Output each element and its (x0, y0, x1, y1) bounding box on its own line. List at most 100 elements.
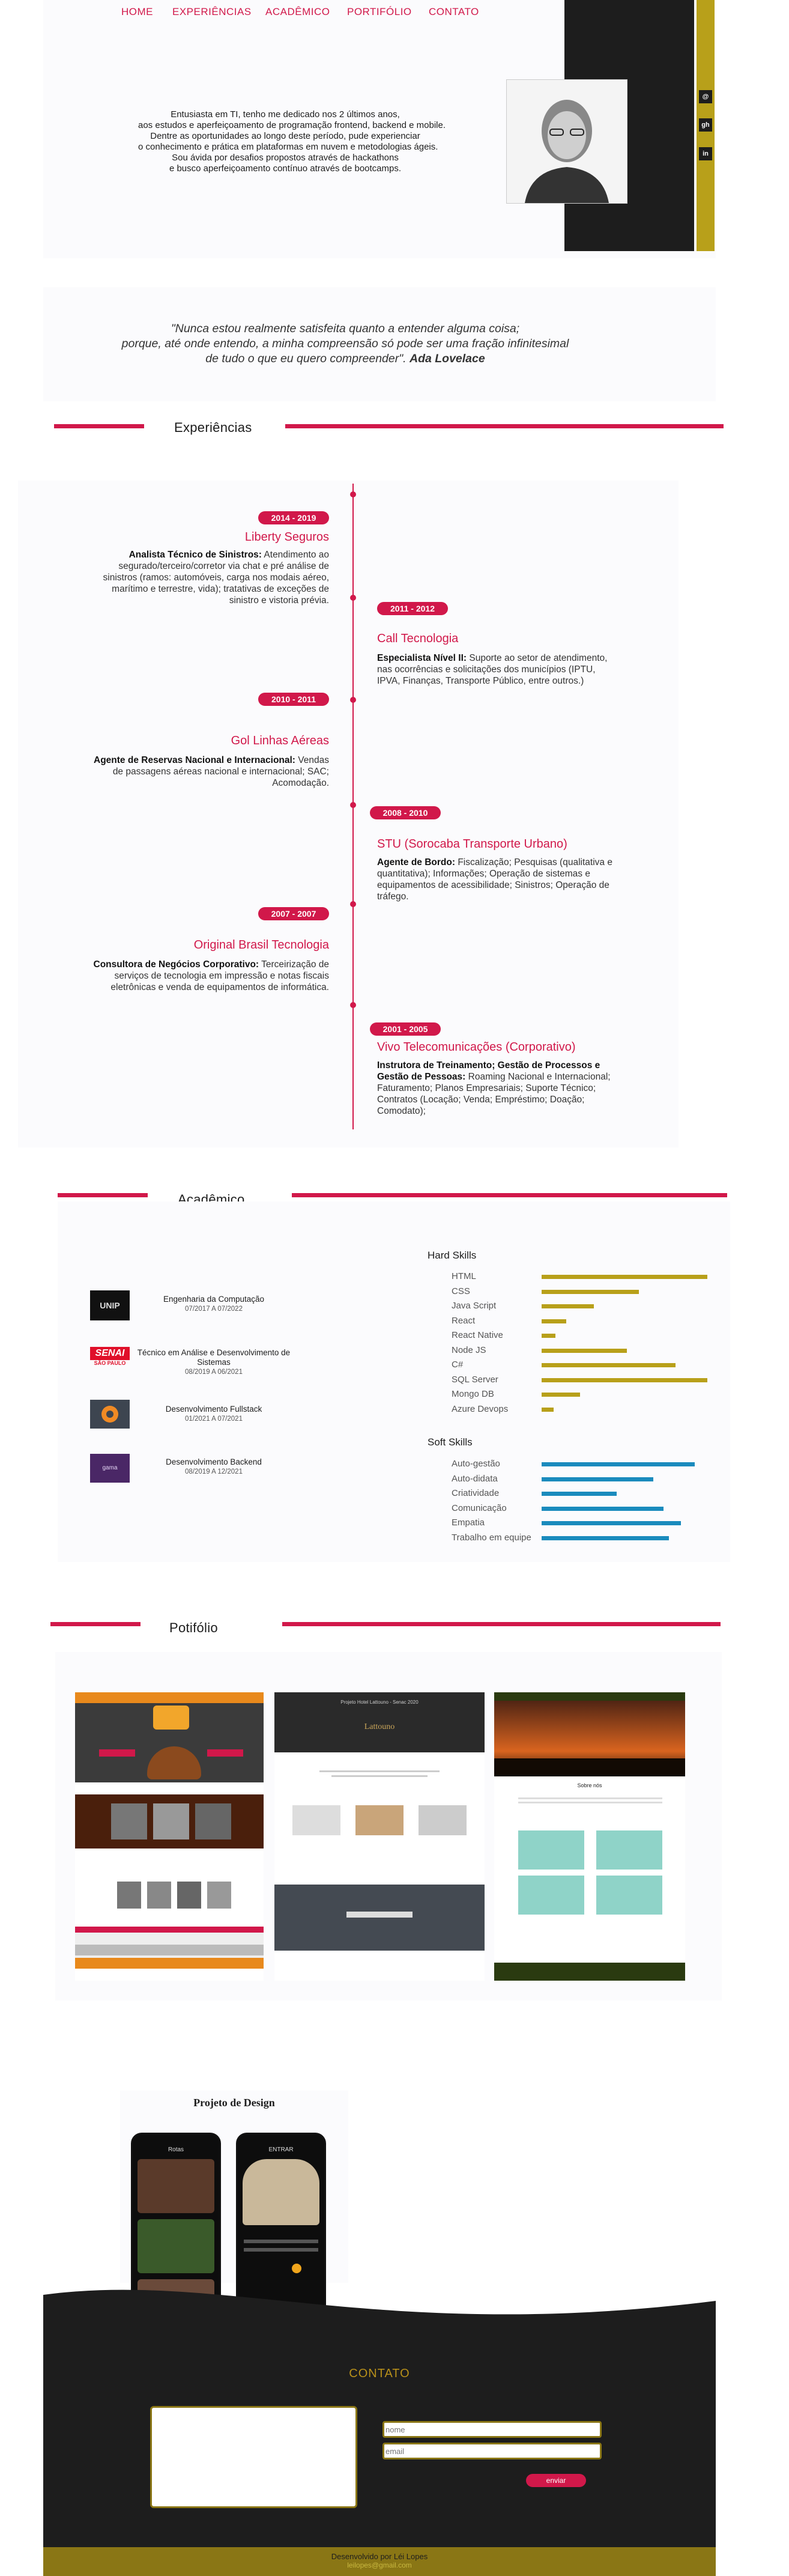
contact-wave (43, 2289, 716, 2337)
burger-band (75, 1794, 264, 1848)
contact-title: CONTATO (349, 2367, 410, 2380)
nav-contato[interactable]: CONTATO (429, 6, 479, 18)
section-divider (50, 1622, 141, 1626)
contact-section (43, 2331, 716, 2547)
intro-line: Entusiasta em TI, tenho me dedicado nos … (171, 109, 400, 120)
course-name: Desenvolvimento Backend (166, 1457, 262, 1466)
company-name: STU (Sorocaba Transporte Urbano) (377, 837, 567, 851)
skill-name: Trabalho em equipe (452, 1532, 531, 1543)
skill-name: HTML (452, 1271, 476, 1281)
experience-role: Analista Técnico de Sinistros: (128, 550, 262, 560)
portfolio-title: Potifólio (169, 1620, 218, 1635)
quote-line: porque, até onde entendo, a minha compre… (121, 337, 569, 350)
course-name: Engenharia da Computação (163, 1295, 265, 1304)
github-icon[interactable]: gh (699, 118, 712, 132)
course-dates: 01/2021 A 07/2021 (185, 1415, 243, 1423)
app-header: ENTRAR (268, 2146, 294, 2153)
skill-name: C# (452, 1359, 464, 1370)
nav-home[interactable]: HOME (121, 6, 153, 18)
quote-author: Ada Lovelace (410, 352, 485, 365)
experience-role: Consultora de Negócios Corporativo: (93, 959, 259, 970)
intro-line: aos estudos e aperfeiçoamento de program… (138, 120, 446, 130)
skill-level-bar (542, 1319, 566, 1323)
experiences-title: Experiências (174, 420, 252, 435)
experience-description: Agente de Reservas Nacional e Internacio… (89, 755, 329, 789)
skill-level-bar (542, 1407, 554, 1412)
name-input[interactable] (382, 2421, 602, 2438)
hotel-brand: Lattouno (364, 1722, 395, 1731)
skill-name: Node JS (452, 1344, 486, 1355)
skill-level-bar (542, 1304, 594, 1308)
skill-level-bar (542, 1289, 639, 1294)
course-item: Desenvolvimento Fullstack 01/2021 A 07/20… (130, 1405, 298, 1424)
period-badge: 2011 - 2012 (377, 602, 448, 615)
skill-level-bar (542, 1521, 681, 1525)
intro-line: Sou ávida por desafios propostos através… (172, 153, 399, 163)
course-dates: 08/2019 A 12/2021 (185, 1468, 243, 1475)
travel-about-title: Sobre nós (577, 1782, 602, 1788)
course-dates: 07/2017 A 07/2022 (185, 1305, 243, 1313)
app-header: Rotas (168, 2146, 184, 2153)
nav-academico[interactable]: ACADÊMICO (265, 6, 330, 18)
intro-line: e busco aperfeiçoamento contínuo através… (169, 163, 402, 174)
experience-description: Agente de Bordo: Fiscalização; Pesquisas… (377, 857, 617, 902)
section-divider (285, 424, 724, 428)
skill-level-bar (542, 1378, 707, 1382)
footer: Desenvolvido por Léi Lopes leilopes@gmai… (43, 2547, 716, 2576)
skill-name: React (452, 1315, 476, 1326)
unip-logo: UNIP (90, 1290, 130, 1320)
email-input[interactable] (382, 2443, 602, 2459)
experience-role: Agente de Reservas Nacional e Internacio… (94, 755, 295, 765)
skill-name: Java Script (452, 1301, 497, 1311)
course-item: Técnico em Análise e Desenvolvimento de … (130, 1348, 298, 1377)
period-badge: 2014 - 2019 (258, 511, 329, 524)
footer-email[interactable]: leilopes@gmail.com (43, 2561, 716, 2569)
skill-level-bar (542, 1363, 676, 1367)
portfolio-project-hotel[interactable]: Projeto Hotel Lattouno - Senac 2020 Latt… (274, 1692, 485, 1981)
portfolio-project-travel[interactable]: Sobre nós (494, 1692, 685, 1981)
period-badge: 2008 - 2010 (370, 806, 441, 819)
timeline-dot (350, 595, 356, 601)
skill-name: Azure Devops (452, 1403, 509, 1414)
hotel-hero: Projeto Hotel Lattouno - Senac 2020 Latt… (274, 1692, 485, 1752)
skill-name: Auto-gestão (452, 1459, 500, 1469)
portfolio-project-burger[interactable] (75, 1692, 264, 1981)
section-divider (54, 424, 144, 428)
skill-name: CSS (452, 1286, 470, 1296)
quote: "Nunca estou realmente satisfeita quanto… (84, 321, 606, 366)
company-name: Vivo Telecomunicações (Corporativo) (377, 1040, 576, 1054)
company-name: Call Tecnologia (377, 632, 459, 645)
quote-line: de tudo o que eu quero compreender". (205, 352, 407, 365)
skill-name: SQL Server (452, 1374, 498, 1385)
skill-name: Empatia (452, 1517, 485, 1528)
nav-portifolio[interactable]: PORTIFÓLIO (347, 6, 412, 18)
course-item: Engenharia da Computação 07/2017 A 07/202… (130, 1295, 298, 1314)
quote-line: "Nunca estou realmente satisfeita quanto… (171, 322, 520, 335)
email-icon[interactable]: @ (699, 90, 712, 103)
company-name: Original Brasil Tecnologia (193, 938, 329, 952)
period-badge: 2007 - 2007 (258, 907, 329, 920)
skill-level-bar (542, 1334, 555, 1338)
experience-role: Especialista Nível II: (377, 653, 467, 663)
hard-skills-title: Hard Skills (428, 1250, 477, 1261)
skill-level-bar (542, 1477, 653, 1481)
burger-hero (75, 1692, 264, 1782)
section-divider (292, 1193, 727, 1197)
skill-level-bar (542, 1492, 617, 1496)
skill-level-bar (542, 1536, 669, 1540)
experience-description: Instrutora de Treinamento; Gestão de Pro… (377, 1060, 617, 1117)
period-badge: 2001 - 2005 (370, 1022, 441, 1036)
experience-description: Consultora de Negócios Corporativo: Terc… (89, 959, 329, 993)
linkedin-icon[interactable]: in (699, 147, 712, 160)
skill-name: React Native (452, 1330, 503, 1340)
course-item: Desenvolvimento Backend 08/2019 A 12/2021 (130, 1457, 298, 1477)
message-textarea[interactable] (150, 2406, 357, 2508)
soft-skills-title: Soft Skills (428, 1436, 473, 1448)
course-name: Técnico em Análise e Desenvolvimento de … (137, 1348, 291, 1367)
fullstack-logo (90, 1400, 130, 1429)
travel-cards (494, 1830, 685, 1921)
nav-experiencias[interactable]: EXPERIÊNCIAS (172, 6, 252, 18)
skill-name: Comunicação (452, 1502, 507, 1513)
send-button[interactable]: enviar (526, 2474, 586, 2487)
experience-description: Analista Técnico de Sinistros: Atendimen… (89, 549, 329, 606)
